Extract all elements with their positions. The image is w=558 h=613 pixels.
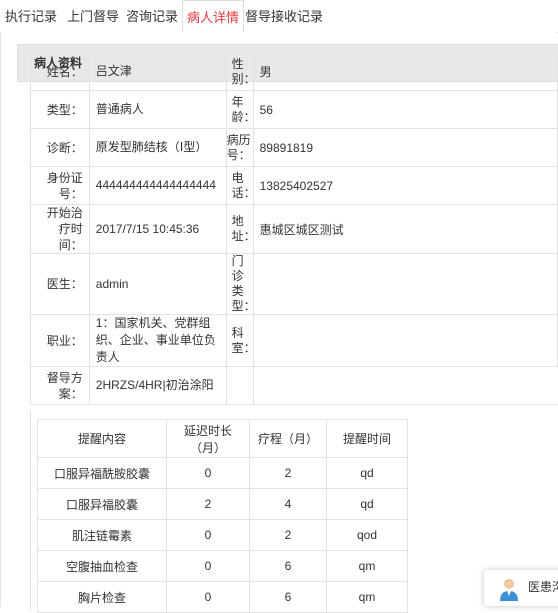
table-row: 肌注链霉素 0 2 qod [37, 519, 408, 551]
id-no-label: 身份证号： [46, 170, 83, 201]
reminder-delay: 2 [166, 488, 250, 520]
record-no-value: 89891819 [252, 128, 558, 167]
age-label: 年龄： [231, 94, 256, 124]
phone-value: 13825402527 [252, 166, 558, 205]
reminder-delay: 0 [166, 581, 250, 613]
tab-consultation-records[interactable]: 咨询记录 [124, 0, 180, 31]
name-label: 姓名： [30, 52, 90, 91]
tab-patient-details[interactable]: 病人详情 [182, 0, 244, 33]
tab-bar: 执行记录 上门督导 咨询记录 病人详情 督导接收记录 [0, 0, 558, 33]
reminder-header-time: 提醒时间 [326, 419, 408, 458]
reminder-content: 口服异福酰胺胶囊 [37, 457, 167, 489]
empty-cell [252, 366, 558, 405]
address-value: 惠城区城区测试 [252, 204, 558, 254]
table-row: 口服异福酰胺胶囊 0 2 qd [37, 457, 408, 489]
reminder-delay: 0 [166, 550, 250, 582]
reminder-time: qm [326, 581, 408, 613]
plan-value: 2HRZS/4HR|初治涂阳 [88, 366, 227, 405]
age-value: 56 [252, 90, 558, 129]
chat-widget[interactable]: 医患沟通 [484, 570, 558, 606]
reminder-header-course: 疗程（月） [249, 419, 327, 458]
dept-value [252, 314, 558, 367]
reminder-course: 2 [249, 457, 327, 489]
empty-cell [225, 366, 254, 405]
table-row: 胸片检查 0 6 qm [37, 581, 408, 613]
diagnosis-label: 诊断： [30, 128, 90, 167]
reminder-course: 6 [249, 581, 327, 613]
dept-label: 科室： [231, 325, 256, 355]
reminder-content: 空腹抽血检查 [37, 550, 167, 582]
tab-supervision-received[interactable]: 督导接收记录 [244, 0, 324, 31]
gender-label: 性别： [231, 56, 256, 86]
record-no-label: 病历号： [226, 132, 251, 162]
reminder-course: 4 [249, 488, 327, 520]
reminder-time: qm [326, 550, 408, 582]
reminder-table: 提醒内容 延迟时长（月） 疗程（月） 提醒时间 口服异福酰胺胶囊 0 2 qd … [37, 419, 408, 613]
plan-label: 督导方案： [46, 370, 83, 401]
doctor-value: admin [88, 253, 227, 315]
patient-info-table: 姓名： 吕文津 性别： 男 类型： 普通病人 年龄： 56 诊断： 原发型肺结核… [30, 52, 558, 405]
diagnosis-value: 原发型肺结核（Ⅰ型） [88, 128, 227, 167]
address-label: 地址： [231, 214, 256, 243]
reminder-header-delay: 延迟时长（月） [166, 419, 250, 458]
reminder-delay: 0 [166, 519, 250, 551]
reminder-content: 胸片检查 [37, 581, 167, 613]
chat-label: 医患沟通 [528, 580, 558, 594]
tab-home-supervision[interactable]: 上门督导 [63, 0, 123, 31]
type-label: 类型： [30, 90, 90, 129]
phone-label: 电话： [231, 170, 256, 200]
clinic-type-value [252, 253, 558, 315]
id-no-value: 444444444444444444 [88, 166, 227, 205]
reminder-delay: 0 [166, 457, 250, 489]
tab-execution-records[interactable]: 执行记录 [0, 0, 62, 31]
job-label: 职业： [30, 314, 90, 367]
reminder-content: 肌注链霉素 [37, 519, 167, 551]
reminder-time: qod [326, 519, 408, 551]
job-value: 1：国家机关、党群组织、企业、事业单位负责人 [88, 314, 227, 367]
reminder-header-content: 提醒内容 [37, 419, 167, 458]
reminder-content: 口服异福胶囊 [37, 488, 167, 520]
gender-value: 男 [252, 52, 558, 91]
type-value: 普通病人 [88, 90, 227, 129]
clinic-type-label: 门诊类型： [231, 254, 256, 313]
reminder-time: qd [326, 457, 408, 489]
start-time-label: 开始治疗时间： [46, 206, 83, 252]
doctor-label: 医生： [30, 253, 90, 315]
table-row: 空腹抽血检查 0 6 qm [37, 550, 408, 582]
reminder-time: qd [326, 488, 408, 520]
table-row: 口服异福胶囊 2 4 qd [37, 488, 408, 520]
name-value: 吕文津 [88, 52, 227, 91]
reminder-course: 6 [249, 550, 327, 582]
doctor-avatar-icon [500, 579, 518, 601]
start-time-value: 2017/7/15 10:45:36 [88, 204, 227, 254]
reminder-course: 2 [249, 519, 327, 551]
